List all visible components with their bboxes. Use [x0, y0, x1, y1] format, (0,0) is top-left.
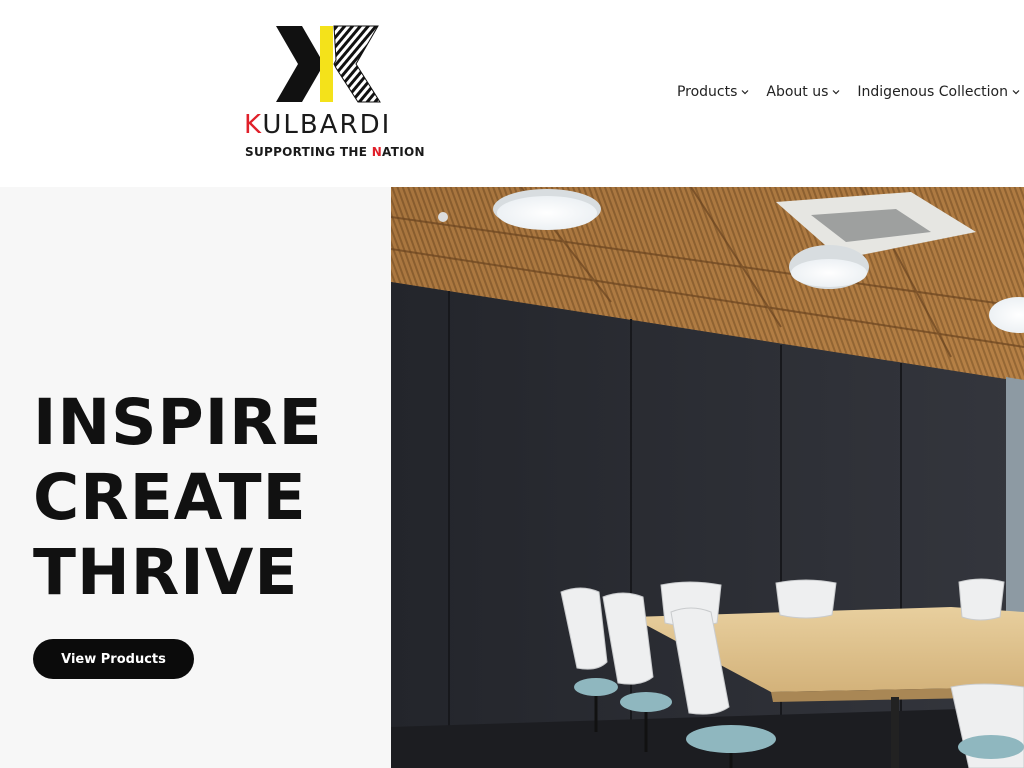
headline-line-thrive: THRIVE	[33, 536, 299, 609]
headline-line-create: CREATE	[33, 461, 307, 534]
tagline-highlight: N	[371, 145, 383, 159]
tagline-part-2: ATION	[382, 145, 425, 159]
brand-wordmark-rest: ULBARDI	[262, 110, 392, 140]
nav-item-about-us[interactable]: About us	[766, 84, 840, 100]
tagline-part-1: SUPPORTING THE	[245, 145, 372, 159]
nav-item-products[interactable]: Products	[677, 84, 749, 100]
chevron-down-icon	[832, 90, 840, 95]
nav-item-label: Products	[676, 84, 738, 100]
headline-line-inspire: INSPIRE	[33, 386, 323, 459]
brand-tagline: SUPPORTING THE NATION	[245, 146, 425, 158]
kulbardi-logo[interactable]: KULBARDI SUPPORTING THE NATION	[244, 24, 424, 164]
brand-wordmark: KULBARDI	[244, 112, 391, 138]
view-products-button[interactable]: View Products	[33, 639, 194, 679]
chevron-down-icon	[741, 90, 749, 95]
main-nav: Products About us Indigenous Collection	[677, 84, 1020, 100]
hero-text-panel: INSPIRE CREATE THRIVE View Products	[0, 187, 391, 768]
nav-item-indigenous-collection[interactable]: Indigenous Collection	[857, 84, 1020, 100]
nav-item-label: About us	[766, 84, 829, 100]
hero-headline: INSPIRE CREATE THRIVE	[33, 385, 323, 610]
brand-wordmark-first-letter: K	[244, 110, 263, 140]
hero-image	[391, 187, 1024, 768]
meeting-room-photo	[391, 187, 1024, 768]
kulbardi-logo-mark-icon	[276, 25, 381, 103]
nav-item-label: Indigenous Collection	[857, 84, 1008, 100]
chevron-down-icon	[1012, 90, 1020, 95]
site-header: KULBARDI SUPPORTING THE NATION Products …	[0, 0, 1024, 187]
